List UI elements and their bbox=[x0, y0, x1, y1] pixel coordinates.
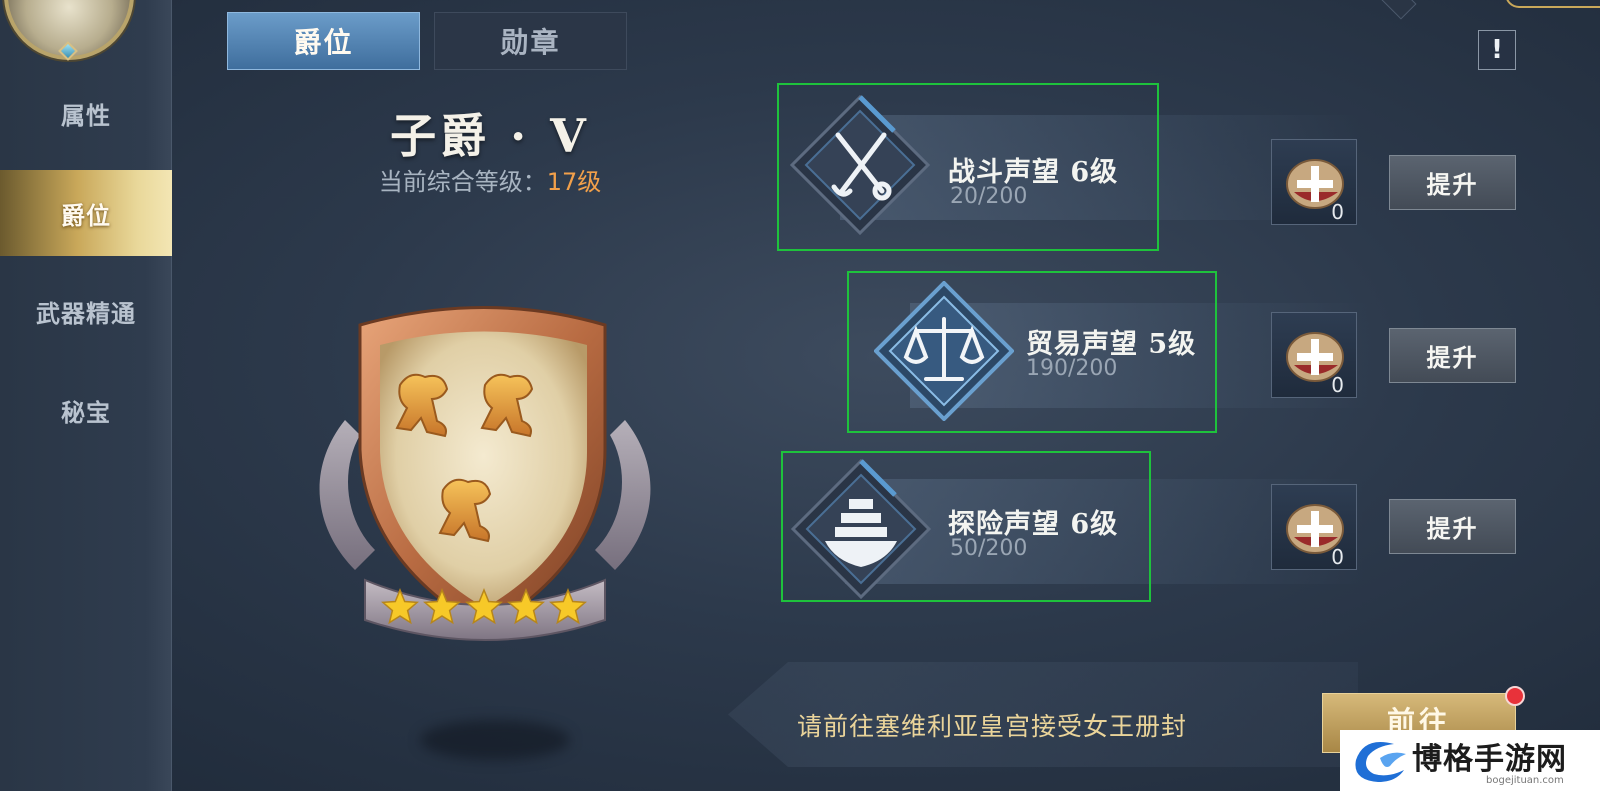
sidebar-item-attributes[interactable]: 属性 bbox=[0, 70, 172, 156]
watermark: 博格手游网 bogejituan.com bbox=[1340, 730, 1600, 791]
sidebar-item-weapon-mastery[interactable]: 武器精通 bbox=[0, 268, 172, 354]
item-slot-trade[interactable]: 0 bbox=[1271, 312, 1357, 398]
watermark-logo-icon bbox=[1355, 742, 1406, 782]
sidebar-item-label: 秘宝 bbox=[61, 397, 111, 427]
sidebar-item-treasure[interactable]: 秘宝 bbox=[0, 367, 172, 453]
tab-peerage[interactable]: 爵位 bbox=[227, 12, 420, 70]
tab-label: 爵位 bbox=[293, 26, 354, 59]
upgrade-label: 提升 bbox=[1426, 514, 1479, 543]
rank-title: 子爵 · V bbox=[390, 109, 590, 163]
shield-emblem-icon bbox=[319, 306, 651, 641]
reputation-progress: 190/200 bbox=[1026, 356, 1118, 381]
upgrade-button-trade[interactable]: 提升 bbox=[1389, 328, 1516, 383]
emblem-shadow bbox=[420, 720, 570, 760]
reputation-scroll-icon bbox=[1286, 504, 1344, 554]
rank-level-value: 17级 bbox=[546, 168, 602, 196]
sidebar: 属性 爵位 武器精通 秘宝 bbox=[0, 0, 172, 791]
ship-icon bbox=[791, 459, 931, 599]
upgrade-button-combat[interactable]: 提升 bbox=[1389, 155, 1516, 210]
item-slot-exploration[interactable]: 0 bbox=[1271, 484, 1357, 570]
sidebar-item-peerage[interactable]: 爵位 bbox=[0, 170, 172, 256]
scales-icon bbox=[874, 281, 1014, 421]
top-decoration bbox=[1375, 0, 1417, 20]
notification-dot bbox=[1505, 686, 1525, 706]
item-slot-combat[interactable]: 0 bbox=[1271, 139, 1357, 225]
sidebar-item-label: 爵位 bbox=[61, 200, 111, 230]
sidebar-item-label: 属性 bbox=[61, 100, 111, 130]
crossed-swords-icon bbox=[790, 95, 930, 235]
sidebar-item-label: 武器精通 bbox=[36, 298, 136, 328]
watermark-text: 博格手游网 bbox=[1412, 742, 1567, 777]
item-count: 0 bbox=[1331, 200, 1344, 224]
reputation-scroll-icon bbox=[1286, 159, 1344, 209]
rank-level-caption: 当前综合等级： bbox=[378, 168, 547, 196]
rank-level: 当前综合等级：17级 bbox=[340, 162, 640, 197]
tab-medals[interactable]: 勋章 bbox=[434, 12, 627, 70]
quest-text: 请前往塞维利亚皇宫接受女王册封 bbox=[797, 712, 1188, 741]
reputation-scroll-icon bbox=[1286, 332, 1344, 382]
item-count: 0 bbox=[1331, 373, 1344, 397]
upgrade-label: 提升 bbox=[1426, 343, 1479, 372]
exclamation-icon: ! bbox=[1491, 35, 1503, 65]
tab-label: 勋章 bbox=[500, 26, 561, 59]
reputation-progress: 50/200 bbox=[950, 536, 1028, 561]
top-right-decoration bbox=[1505, 0, 1600, 8]
watermark-url: bogejituan.com bbox=[1486, 775, 1564, 786]
upgrade-label: 提升 bbox=[1426, 170, 1479, 199]
reputation-progress: 20/200 bbox=[950, 184, 1028, 209]
upgrade-button-exploration[interactable]: 提升 bbox=[1389, 499, 1516, 554]
help-button[interactable]: ! bbox=[1478, 30, 1516, 70]
item-count: 0 bbox=[1331, 545, 1344, 569]
